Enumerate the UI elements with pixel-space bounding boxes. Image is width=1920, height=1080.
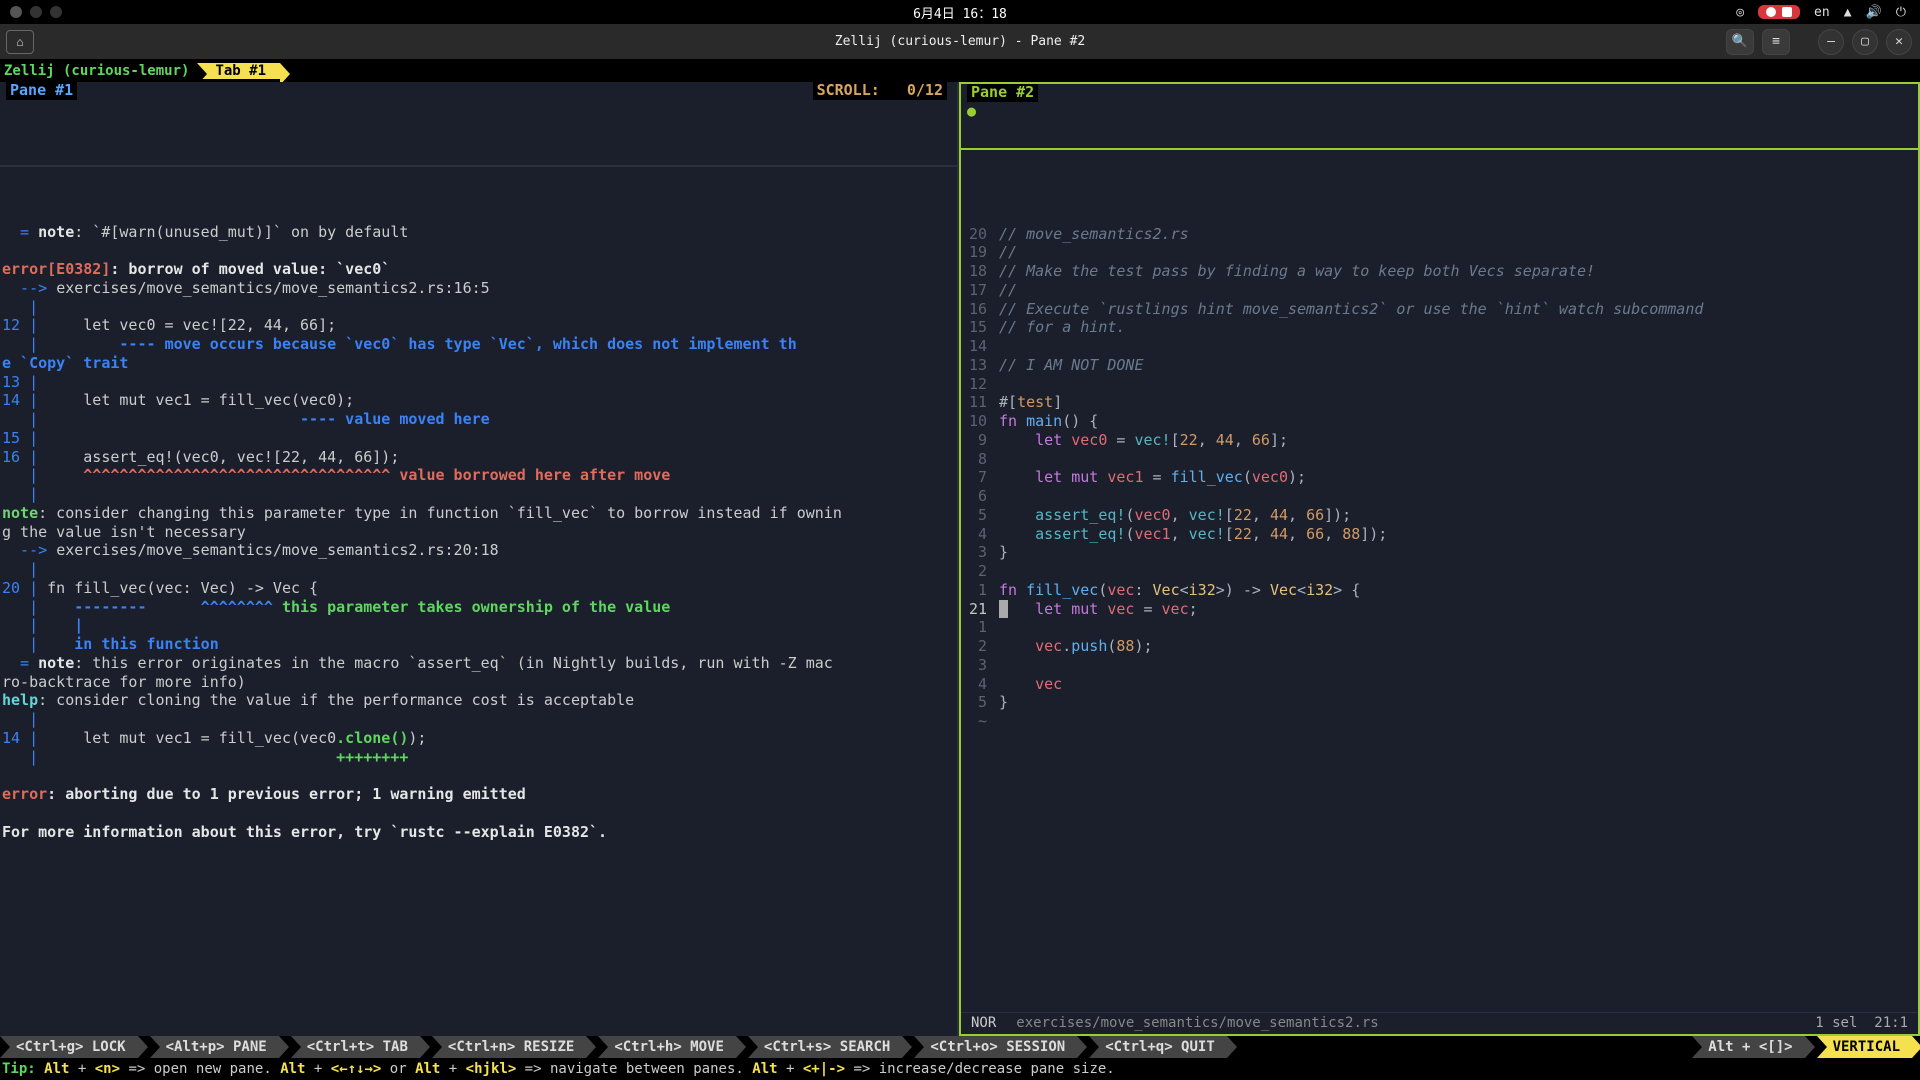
kb-alt-brackets[interactable]: Alt + <[]> — [1692, 1036, 1804, 1058]
editor-mode: NOR — [971, 1015, 996, 1033]
os-menubar: 6月4日 16：18 ◎ en ▲ 🔊 ⏻ — [0, 0, 1920, 24]
pane-2-title: Pane #2 — [967, 83, 1038, 102]
cursor-position: 21:1 — [1874, 1015, 1908, 1031]
volume-icon[interactable]: 🔊 — [1866, 5, 1882, 20]
kb-tab[interactable]: <Ctrl+t> TAB — [291, 1036, 420, 1058]
input-language[interactable]: en — [1814, 5, 1830, 20]
window-title: Zellij (curious-lemur) - Pane #2 — [835, 34, 1085, 49]
tip-key: <←↑↓→> — [331, 1061, 382, 1077]
git-gutter-add-icon: ● — [967, 102, 976, 121]
maximize-button[interactable]: ▢ — [1852, 29, 1878, 55]
pane-1[interactable]: Pane #1 SCROLL: 0/12 = note: `#[warn(unu… — [0, 82, 959, 1036]
zellij-keybar: <Ctrl+g> LOCK <Alt+p> PANE <Ctrl+t> TAB … — [0, 1036, 1920, 1058]
scroll-indicator: SCROLL: 0/12 — [813, 82, 947, 100]
kb-resize[interactable]: <Ctrl+n> RESIZE — [432, 1036, 586, 1058]
kb-quit[interactable]: <Ctrl+q> QUIT — [1089, 1036, 1227, 1058]
zellij-tabbar: Zellij (curious-lemur) Tab #1 — [0, 60, 1920, 82]
editor-statusline: NOR exercises/move_semantics/move_semant… — [961, 1012, 1918, 1034]
tray-icon[interactable]: ◎ — [1736, 5, 1744, 20]
tip-key: <+|-> — [803, 1061, 845, 1077]
traffic-dot — [30, 6, 42, 18]
system-tray: ◎ en ▲ 🔊 ⏻ — [1736, 5, 1920, 20]
tip-key: Alt — [752, 1061, 777, 1077]
kb-search[interactable]: <Ctrl+s> SEARCH — [748, 1036, 902, 1058]
tip-key: Alt — [36, 1061, 70, 1077]
screen-record-indicator[interactable] — [1758, 5, 1800, 19]
tip-key: <n> — [95, 1061, 120, 1077]
hamburger-menu-button[interactable]: ≡ — [1762, 29, 1790, 55]
search-button[interactable]: 🔍 — [1726, 29, 1754, 55]
wifi-icon[interactable]: ▲ — [1844, 5, 1852, 20]
clock: 6月4日 16：18 — [913, 3, 1007, 22]
terminal-icon[interactable]: ⌂ — [6, 30, 34, 54]
minimize-button[interactable]: — — [1818, 29, 1844, 55]
kb-split-vertical[interactable]: VERTICAL — [1817, 1036, 1912, 1058]
kb-lock[interactable]: <Ctrl+g> LOCK — [0, 1036, 138, 1058]
tip-label: Tip: — [2, 1061, 36, 1077]
kb-pane[interactable]: <Alt+p> PANE — [150, 1036, 279, 1058]
zellij-tipbar: Tip: Alt + <n> => open new pane. Alt + <… — [0, 1058, 1920, 1080]
tab-1[interactable]: Tab #1 — [197, 63, 280, 79]
pane-1-title: Pane #1 — [6, 82, 77, 100]
traffic-dot — [10, 6, 22, 18]
pane-2[interactable]: Pane #2 ● 20// move_semantics2.rs19//18/… — [959, 82, 1920, 1036]
session-name: Zellij (curious-lemur) — [0, 63, 193, 79]
tip-key: Alt — [415, 1061, 440, 1077]
pane-container: Pane #1 SCROLL: 0/12 = note: `#[warn(unu… — [0, 82, 1920, 1036]
kb-move[interactable]: <Ctrl+h> MOVE — [598, 1036, 736, 1058]
power-icon[interactable]: ⏻ — [1896, 5, 1906, 20]
window-titlebar: ⌂ Zellij (curious-lemur) - Pane #2 🔍 ≡ —… — [0, 24, 1920, 60]
traffic-lights — [0, 6, 62, 18]
editor-file-path: exercises/move_semantics/move_semantics2… — [1016, 1015, 1378, 1033]
traffic-dot — [50, 6, 62, 18]
selection-count: 1 sel — [1815, 1015, 1857, 1031]
kb-session[interactable]: <Ctrl+o> SESSION — [914, 1036, 1077, 1058]
close-button[interactable]: ✕ — [1886, 29, 1912, 55]
tip-key: <hjkl> — [466, 1061, 517, 1077]
tip-key: Alt — [280, 1061, 305, 1077]
